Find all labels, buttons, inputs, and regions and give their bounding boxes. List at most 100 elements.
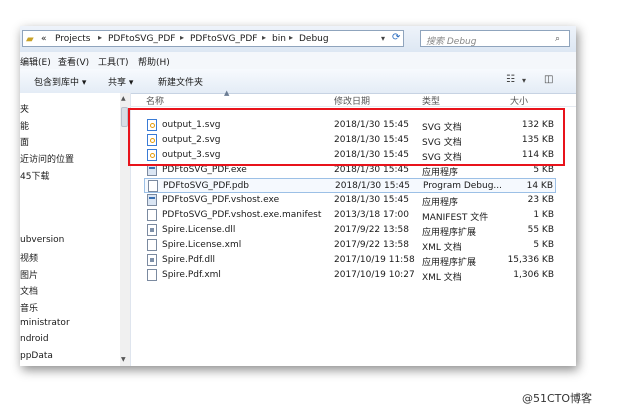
file-type: 应用程序扩展	[422, 258, 477, 268]
column-headers: 名称 ▲ 修改日期 类型 大小	[130, 89, 576, 107]
view-dropdown-icon[interactable]: ▾	[522, 76, 526, 85]
file-row[interactable]: PDFtoSVG_PDF.vshost.exe 2018/1/30 15:45 …	[144, 193, 556, 208]
file-date: 2018/1/30 15:45	[334, 195, 409, 205]
file-name: PDFtoSVG_PDF.vshost.exe.manifest	[162, 210, 322, 220]
file-name: PDFtoSVG_PDF.vshost.exe	[162, 195, 280, 205]
file-date: 2017/10/19 10:27	[334, 270, 415, 280]
share-button[interactable]: 共享 ▾	[108, 75, 133, 88]
file-date: 2017/10/19 11:58	[334, 255, 415, 265]
nav-item-appdata[interactable]: ppData	[20, 351, 53, 361]
column-header-type[interactable]: 类型	[422, 94, 440, 107]
file-date: 2018/1/30 15:45	[334, 165, 409, 175]
file-type: Program Debug...	[423, 181, 503, 191]
breadcrumb-debug[interactable]: Debug	[299, 34, 329, 44]
address-row: ▰ « Projects ▸ PDFtoSVG_PDF ▸ PDFtoSVG_P…	[20, 26, 576, 53]
file-row[interactable]: Spire.License.dll 2017/9/22 13:58 应用程序扩展…	[144, 223, 556, 238]
breadcrumb-overflow[interactable]: «	[41, 34, 47, 44]
file-row[interactable]: Spire.Pdf.xml 2017/10/19 10:27 XML 文档 1,…	[144, 268, 556, 283]
scroll-up-icon[interactable]: ▲	[121, 95, 126, 102]
explorer-window: ▰ « Projects ▸ PDFtoSVG_PDF ▸ PDFtoSVG_P…	[20, 26, 576, 366]
file-row[interactable]: PDFtoSVG_PDF.vshost.exe.manifest 2013/3/…	[144, 208, 556, 223]
breadcrumb-pdftosvg-1[interactable]: PDFtoSVG_PDF	[108, 34, 175, 44]
pdb-file-icon	[148, 180, 158, 192]
xml-file-icon	[147, 239, 157, 251]
file-row-selected[interactable]: PDFtoSVG_PDF.pdb 2018/1/30 15:45 Program…	[144, 178, 556, 193]
nav-item-videos[interactable]: 视频	[20, 251, 38, 264]
view-options-icon[interactable]: ☷	[506, 74, 515, 85]
search-input[interactable]: 搜索 Debug ⌕	[420, 30, 570, 47]
nav-item[interactable]: 面	[20, 135, 29, 148]
column-header-date[interactable]: 修改日期	[334, 94, 370, 107]
menu-tools[interactable]: 工具(T)	[98, 55, 129, 68]
file-row[interactable]: Spire.License.xml 2017/9/22 13:58 XML 文档…	[144, 238, 556, 253]
file-name: Spire.License.xml	[162, 240, 242, 250]
file-size: 5 KB	[533, 165, 554, 175]
file-date: 2013/3/18 17:00	[334, 210, 409, 220]
file-date: 2018/1/30 15:45	[335, 181, 410, 191]
file-row[interactable]: Spire.Pdf.dll 2017/10/19 11:58 应用程序扩展 15…	[144, 253, 556, 268]
nav-item-pictures[interactable]: 图片	[20, 268, 38, 281]
file-type: XML 文档	[422, 243, 462, 253]
breadcrumb-bin[interactable]: bin	[272, 34, 286, 44]
breadcrumb-separator-icon[interactable]: ▸	[98, 33, 102, 42]
file-name: Spire.Pdf.xml	[162, 270, 221, 280]
manifest-file-icon	[147, 209, 157, 221]
new-folder-button[interactable]: 新建文件夹	[158, 75, 203, 88]
preview-pane-icon[interactable]: ◫	[544, 74, 553, 85]
nav-item-documents[interactable]: 文档	[20, 284, 38, 297]
sort-indicator-icon: ▲	[224, 89, 230, 97]
navigation-pane: 夹 能 面 近访问的位置 45下载 ubversion 视频 图片 文档 音乐 …	[20, 93, 121, 366]
scroll-down-icon[interactable]: ▼	[121, 356, 126, 363]
address-bar[interactable]: ▰ « Projects ▸ PDFtoSVG_PDF ▸ PDFtoSVG_P…	[22, 30, 404, 47]
menu-edit[interactable]: 编辑(E)	[20, 55, 51, 68]
breadcrumb-pdftosvg-2[interactable]: PDFtoSVG_PDF	[190, 34, 257, 44]
refresh-icon[interactable]: ⟳	[392, 32, 400, 43]
exe-file-icon	[147, 194, 157, 206]
menu-help[interactable]: 帮助(H)	[138, 55, 170, 68]
command-bar: 包含到库中 ▾ 共享 ▾ 新建文件夹 ☷ ▾ ◫	[20, 69, 576, 94]
dropdown-arrow-icon[interactable]: ▾	[381, 34, 385, 43]
breadcrumb-separator-icon[interactable]: ▸	[262, 33, 266, 42]
file-name: PDFtoSVG_PDF.exe	[162, 165, 247, 175]
file-size: 55 KB	[527, 225, 554, 235]
file-size: 15,336 KB	[507, 255, 554, 265]
nav-item-android[interactable]: ndroid	[20, 334, 49, 344]
nav-item-downloads[interactable]: 45下载	[20, 169, 49, 182]
file-size: 23 KB	[527, 195, 554, 205]
file-date: 2017/9/22 13:58	[334, 225, 409, 235]
column-header-name[interactable]: 名称	[146, 94, 164, 107]
file-type: 应用程序扩展	[422, 228, 477, 238]
dll-file-icon	[147, 224, 157, 236]
column-header-size[interactable]: 大小	[510, 94, 528, 107]
file-type: 应用程序	[422, 198, 459, 208]
file-type: 应用程序	[422, 168, 459, 178]
file-size: 5 KB	[533, 240, 554, 250]
watermark: @51CTO博客	[522, 392, 593, 405]
file-name: PDFtoSVG_PDF.pdb	[163, 181, 250, 191]
file-size: 14 KB	[526, 181, 553, 191]
file-date: 2017/9/22 13:58	[334, 240, 409, 250]
xml-file-icon	[147, 269, 157, 281]
search-placeholder: 搜索 Debug	[426, 37, 477, 47]
dll-file-icon	[147, 254, 157, 266]
menu-view[interactable]: 查看(V)	[58, 55, 89, 68]
file-name: Spire.Pdf.dll	[162, 255, 216, 265]
search-icon[interactable]: ⌕	[555, 34, 560, 44]
scrollbar-thumb[interactable]	[121, 107, 128, 127]
breadcrumb-projects[interactable]: Projects	[55, 34, 90, 44]
file-size: 1,306 KB	[513, 270, 554, 280]
breadcrumb-separator-icon[interactable]: ▸	[180, 33, 184, 42]
file-name: Spire.License.dll	[162, 225, 236, 235]
file-size: 1 KB	[533, 210, 554, 220]
nav-item-administrator[interactable]: ministrator	[20, 318, 70, 328]
file-type: XML 文档	[422, 273, 462, 283]
file-type: MANIFEST 文件	[422, 213, 489, 223]
highlight-annotation-box	[128, 108, 565, 166]
breadcrumb-separator-icon[interactable]: ▸	[289, 33, 293, 42]
include-in-library-button[interactable]: 包含到库中 ▾	[34, 75, 86, 88]
nav-item-music[interactable]: 音乐	[20, 301, 38, 314]
nav-item-subversion[interactable]: ubversion	[20, 235, 64, 245]
nav-item[interactable]: 夹	[20, 102, 29, 115]
nav-item-recent-places[interactable]: 近访问的位置	[20, 152, 74, 165]
nav-item[interactable]: 能	[20, 119, 29, 132]
